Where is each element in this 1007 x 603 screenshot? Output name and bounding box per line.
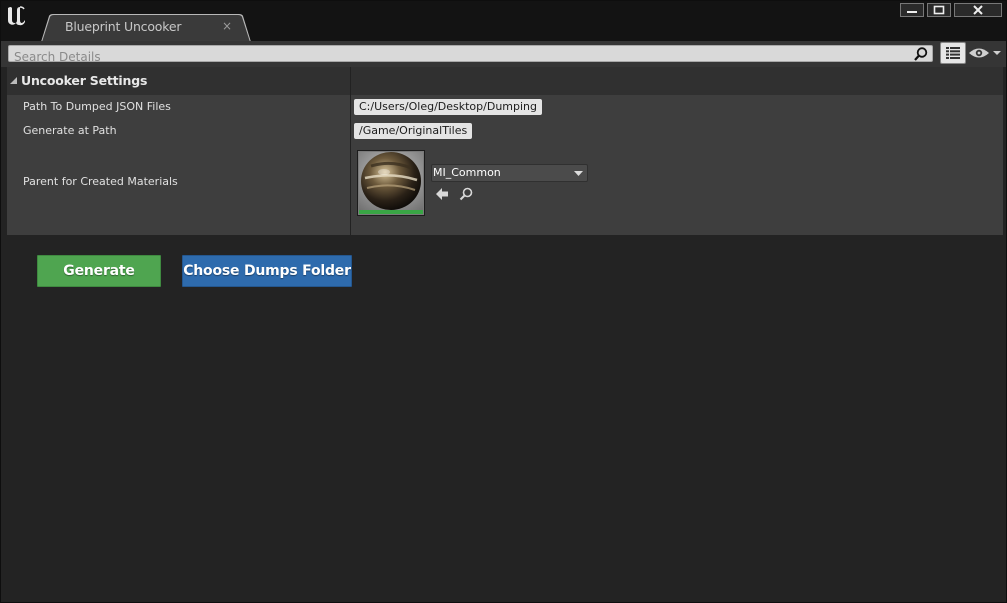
maximize-icon — [933, 5, 945, 15]
search-icon[interactable] — [458, 186, 474, 202]
material-sphere-preview — [359, 152, 423, 210]
visibility-button[interactable] — [968, 45, 1002, 61]
eye-icon — [969, 48, 989, 58]
arrow-left-icon[interactable] — [435, 187, 449, 201]
minimize-button[interactable] — [900, 3, 924, 17]
category-header-uncooker-settings[interactable]: Uncooker Settings — [7, 67, 1003, 95]
title-bar: Blueprint Uncooker × — [1, 1, 1006, 42]
tab-close-icon[interactable]: × — [222, 19, 232, 33]
unreal-logo-icon[interactable] — [5, 4, 27, 28]
details-panel: Uncooker Settings Path To Dumped JSON Fi… — [7, 67, 1003, 235]
parent-material-combo[interactable]: MI_Common — [431, 164, 588, 182]
category-title: Uncooker Settings — [21, 73, 148, 88]
search-input[interactable] — [9, 49, 899, 65]
chevron-down-icon — [574, 171, 583, 176]
list-view-icon — [946, 47, 960, 59]
property-label-parent-material: Parent for Created Materials — [23, 175, 178, 188]
view-options-button[interactable] — [940, 42, 966, 64]
tab-blueprint-uncooker[interactable]: Blueprint Uncooker × — [41, 14, 253, 42]
tab-label: Blueprint Uncooker — [65, 19, 182, 34]
dumped-json-path-field[interactable]: C:/Users/Oleg/Desktop/Dumping — [354, 99, 542, 115]
collapse-triangle-icon[interactable] — [10, 77, 18, 85]
close-window-button[interactable] — [954, 3, 1002, 17]
details-toolbar — [1, 41, 1006, 67]
minimize-icon — [907, 11, 917, 13]
close-icon — [973, 5, 983, 15]
column-splitter[interactable] — [350, 67, 351, 235]
material-thumbnail[interactable] — [357, 150, 425, 216]
window-controls — [900, 3, 1002, 17]
generate-path-field[interactable]: /Game/OriginalTiles — [354, 123, 473, 139]
property-label-generate-path: Generate at Path — [23, 124, 117, 137]
choose-dumps-folder-button[interactable]: Choose Dumps Folder — [182, 255, 352, 287]
property-label-dumped-json-path: Path To Dumped JSON Files — [23, 100, 171, 113]
asset-type-color-bar — [359, 210, 423, 214]
search-icon[interactable] — [913, 46, 929, 62]
parent-material-value: MI_Common — [433, 166, 501, 179]
chevron-down-icon — [993, 51, 1001, 55]
generate-button[interactable]: Generate — [37, 255, 161, 287]
search-box — [8, 45, 933, 65]
maximize-button[interactable] — [927, 3, 951, 17]
editor-window: Blueprint Uncooker × Search Details Unco… — [0, 0, 1007, 603]
